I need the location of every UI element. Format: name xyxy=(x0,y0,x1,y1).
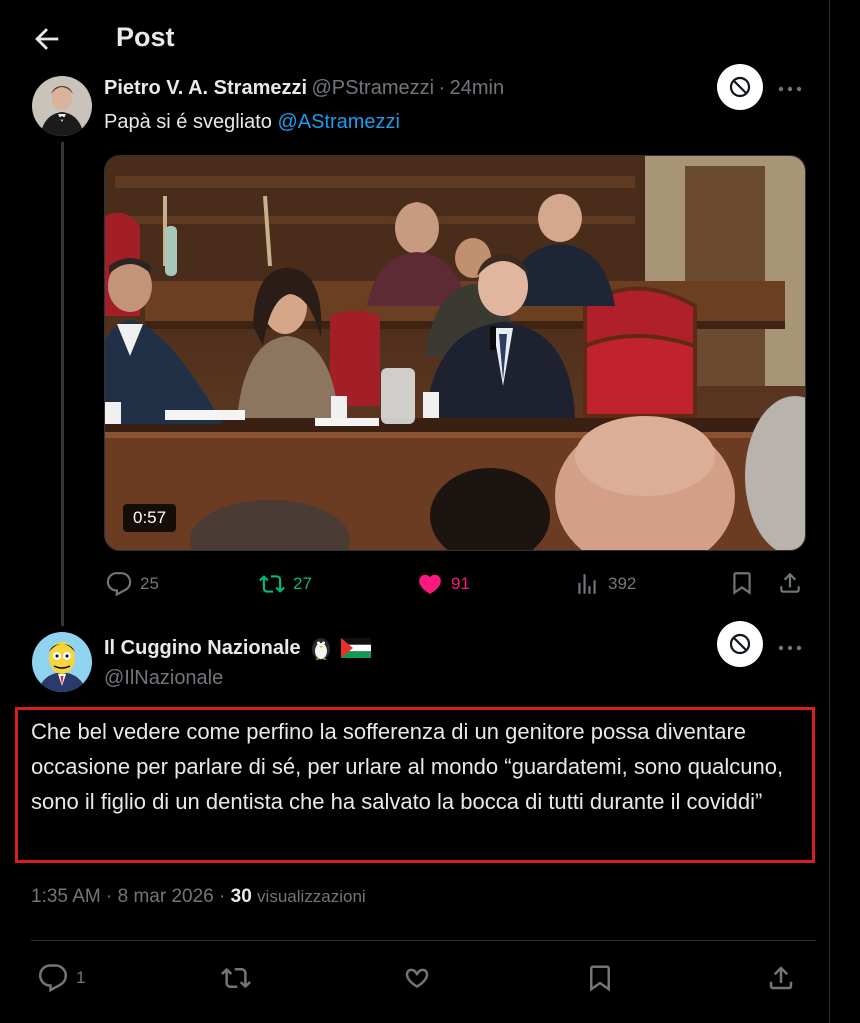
reply-author-handle[interactable]: @IlNazionale xyxy=(104,667,223,690)
avatar-image xyxy=(32,76,92,136)
author-handle[interactable]: @PStramezzi xyxy=(312,77,435,99)
reply-views-label: visualizzazioni xyxy=(257,887,366,906)
reply-author-line: Il Cuggino Nazionale xyxy=(104,635,371,661)
reply-like-action[interactable] xyxy=(401,963,433,993)
share-action[interactable] xyxy=(777,569,803,597)
meta-separator: · xyxy=(106,886,113,907)
author-name[interactable]: Pietro V. A. Stramezzi xyxy=(104,77,307,99)
repost-action[interactable]: 27 xyxy=(259,571,312,597)
penguin-emoji xyxy=(311,638,330,660)
avatar-pstramezzi[interactable] xyxy=(32,76,92,136)
thread-connector-line xyxy=(61,142,64,626)
reply-count: 25 xyxy=(140,574,159,593)
post-video[interactable]: 0:57 xyxy=(104,155,806,551)
share-icon xyxy=(769,966,793,990)
reply-more-options-button[interactable] xyxy=(775,638,805,658)
back-button[interactable] xyxy=(30,22,64,56)
reply-time[interactable]: 1:35 AM xyxy=(31,886,101,907)
repost-count: 27 xyxy=(293,574,312,593)
divider xyxy=(31,940,816,941)
reply-meta: 1:35 AM · 8 mar 2026 · 30 visualizzazion… xyxy=(31,886,366,908)
bookmark-icon xyxy=(590,965,610,992)
more-icon xyxy=(778,86,802,92)
reply-share-action[interactable] xyxy=(766,962,796,994)
reply-date[interactable]: 8 mar 2026 xyxy=(118,886,214,907)
post-time[interactable]: 24min xyxy=(450,77,504,99)
heart-icon xyxy=(419,574,441,594)
repost-icon xyxy=(221,967,251,989)
reply-action[interactable]: 25 xyxy=(106,571,159,597)
post-author-line: Pietro V. A. Stramezzi @PStramezzi · 24m… xyxy=(104,77,504,100)
reply-views-count: 30 xyxy=(230,886,252,907)
page-title: Post xyxy=(116,22,175,52)
post-text-main: Papà si é svegliato xyxy=(104,111,278,133)
reply-reply-count: 1 xyxy=(76,968,86,987)
bookmark-action[interactable] xyxy=(729,569,755,597)
right-gutter xyxy=(830,0,860,1023)
views-count: 392 xyxy=(608,574,637,593)
like-action[interactable]: 91 xyxy=(417,571,470,597)
more-icon xyxy=(778,645,802,651)
like-count: 91 xyxy=(451,574,470,593)
post-mention-link[interactable]: @AStramezzi xyxy=(277,111,400,133)
video-duration: 0:57 xyxy=(123,504,177,532)
reply-block-button[interactable] xyxy=(717,621,763,667)
block-icon xyxy=(729,633,751,655)
repost-icon xyxy=(259,575,285,593)
time-separator: · xyxy=(438,77,446,99)
views-action[interactable]: 392 xyxy=(574,571,636,597)
reply-icon xyxy=(38,964,68,993)
post-header: Post xyxy=(0,0,829,78)
reply-icon xyxy=(106,572,132,597)
meta-separator: · xyxy=(219,886,226,907)
back-arrow-icon xyxy=(35,28,59,50)
block-button[interactable] xyxy=(717,64,763,110)
share-icon xyxy=(780,572,800,593)
video-thumbnail xyxy=(105,156,805,550)
block-icon xyxy=(729,76,751,98)
post-column: Post Pietro V. A. Stramezzi @PStramezzi … xyxy=(0,0,830,1023)
avatar-image xyxy=(32,632,92,692)
bookmark-icon xyxy=(733,572,751,595)
palestine-flag-emoji xyxy=(340,638,371,658)
reply-bookmark-action[interactable] xyxy=(585,962,615,994)
reply-repost-action[interactable] xyxy=(220,963,252,993)
post-text: Papà si é svegliato @AStramezzi xyxy=(104,111,400,134)
more-options-button[interactable] xyxy=(775,79,805,99)
reply-text: Che bel vedere come perfino la sofferenz… xyxy=(31,719,784,814)
reply-author-name[interactable]: Il Cuggino Nazionale xyxy=(104,637,301,660)
avatar-ilnazionale[interactable] xyxy=(32,632,92,692)
views-icon xyxy=(578,574,596,594)
reply-reply-action[interactable]: 1 xyxy=(38,963,85,993)
heart-icon xyxy=(405,968,429,989)
